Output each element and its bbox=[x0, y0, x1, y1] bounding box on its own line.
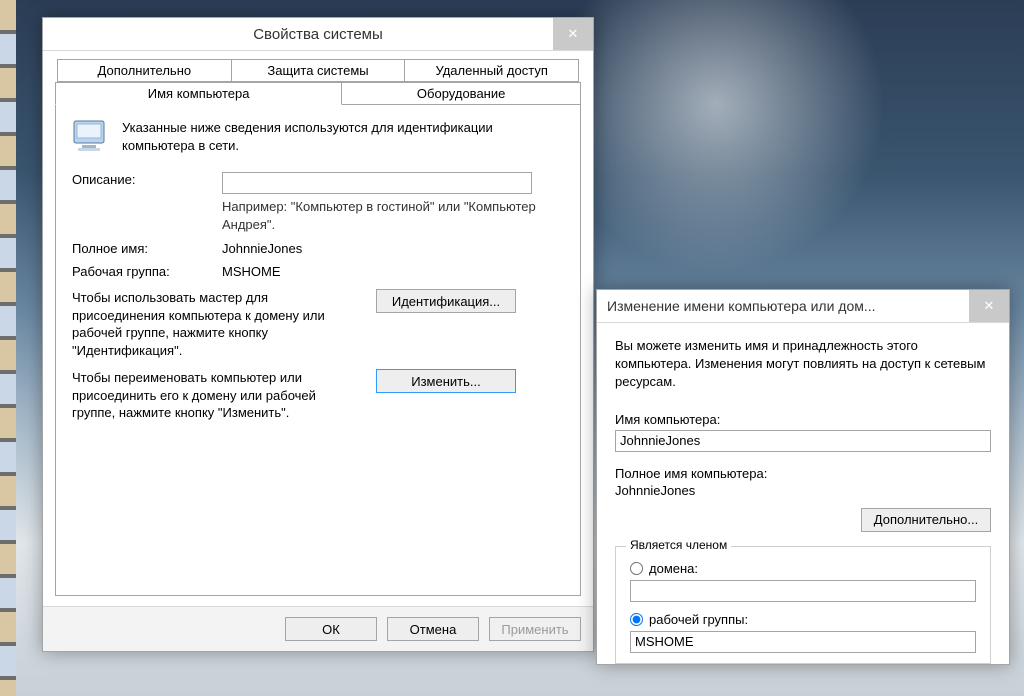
tab-computer-name[interactable]: Имя компьютера bbox=[55, 82, 342, 105]
description-hint: Например: "Компьютер в гостиной" или "Ко… bbox=[222, 198, 564, 233]
tab-advanced[interactable]: Дополнительно bbox=[57, 59, 232, 82]
domain-radio-input[interactable] bbox=[630, 562, 643, 575]
wizard-hint: Чтобы использовать мастер для присоедине… bbox=[72, 289, 362, 359]
intro-text: Указанные ниже сведения используются для… bbox=[122, 119, 564, 154]
titlebar[interactable]: Свойства системы ✕ bbox=[43, 18, 593, 51]
system-properties-dialog: Свойства системы ✕ Дополнительно Защита … bbox=[42, 17, 594, 652]
ok-button[interactable]: ОК bbox=[285, 617, 377, 641]
tab-hardware[interactable]: Оборудование bbox=[341, 82, 581, 105]
more-button[interactable]: Дополнительно... bbox=[861, 508, 991, 532]
tab-row-lower: Имя компьютера Оборудование bbox=[55, 82, 581, 105]
intro-text: Вы можете изменить имя и принадлежность … bbox=[615, 337, 991, 392]
computer-name-input[interactable] bbox=[615, 430, 991, 452]
change-button[interactable]: Изменить... bbox=[376, 369, 516, 393]
close-icon[interactable]: ✕ bbox=[553, 18, 593, 50]
change-hint: Чтобы переименовать компьютер или присое… bbox=[72, 369, 362, 422]
dialog-button-bar: ОК Отмена Применить bbox=[43, 606, 593, 651]
domain-input[interactable] bbox=[630, 580, 976, 602]
tab-pane-computer-name: Указанные ниже сведения используются для… bbox=[55, 104, 581, 596]
fullname-label: Полное имя компьютера: bbox=[615, 466, 991, 481]
titlebar[interactable]: Изменение имени компьютера или дом... ✕ bbox=[597, 290, 1009, 323]
tab-row-upper: Дополнительно Защита системы Удаленный д… bbox=[57, 59, 579, 82]
workgroup-input[interactable] bbox=[630, 631, 976, 653]
fullname-value: JohnnieJones bbox=[615, 483, 991, 498]
workgroup-radio-input[interactable] bbox=[630, 613, 643, 626]
description-input[interactable] bbox=[222, 172, 532, 194]
member-of-legend: Является членом bbox=[626, 538, 731, 552]
tab-control: Дополнительно Защита системы Удаленный д… bbox=[55, 59, 581, 596]
dialog-title: Изменение имени компьютера или дом... bbox=[597, 298, 1009, 314]
computer-name-change-dialog: Изменение имени компьютера или дом... ✕ … bbox=[596, 289, 1010, 665]
apply-button[interactable]: Применить bbox=[489, 617, 581, 641]
close-icon[interactable]: ✕ bbox=[969, 290, 1009, 322]
fullname-value: JohnnieJones bbox=[222, 241, 564, 256]
tab-remote[interactable]: Удаленный доступ bbox=[404, 59, 579, 82]
name-label: Имя компьютера: bbox=[615, 412, 991, 427]
member-of-group: Является членом домена: рабочей группы: bbox=[615, 546, 991, 664]
fullname-label: Полное имя: bbox=[72, 241, 222, 256]
workgroup-value: MSHOME bbox=[222, 264, 564, 279]
left-thumb-strip bbox=[0, 0, 16, 696]
domain-radio[interactable]: домена: bbox=[630, 561, 976, 576]
workgroup-label: Рабочая группа: bbox=[72, 264, 222, 279]
dialog-title: Свойства системы bbox=[253, 26, 383, 43]
workgroup-radio[interactable]: рабочей группы: bbox=[630, 612, 976, 627]
tab-system-protection[interactable]: Защита системы bbox=[231, 59, 406, 82]
network-id-button[interactable]: Идентификация... bbox=[376, 289, 516, 313]
computer-icon bbox=[72, 119, 112, 158]
cancel-button[interactable]: Отмена bbox=[387, 617, 479, 641]
description-label: Описание: bbox=[72, 172, 222, 187]
